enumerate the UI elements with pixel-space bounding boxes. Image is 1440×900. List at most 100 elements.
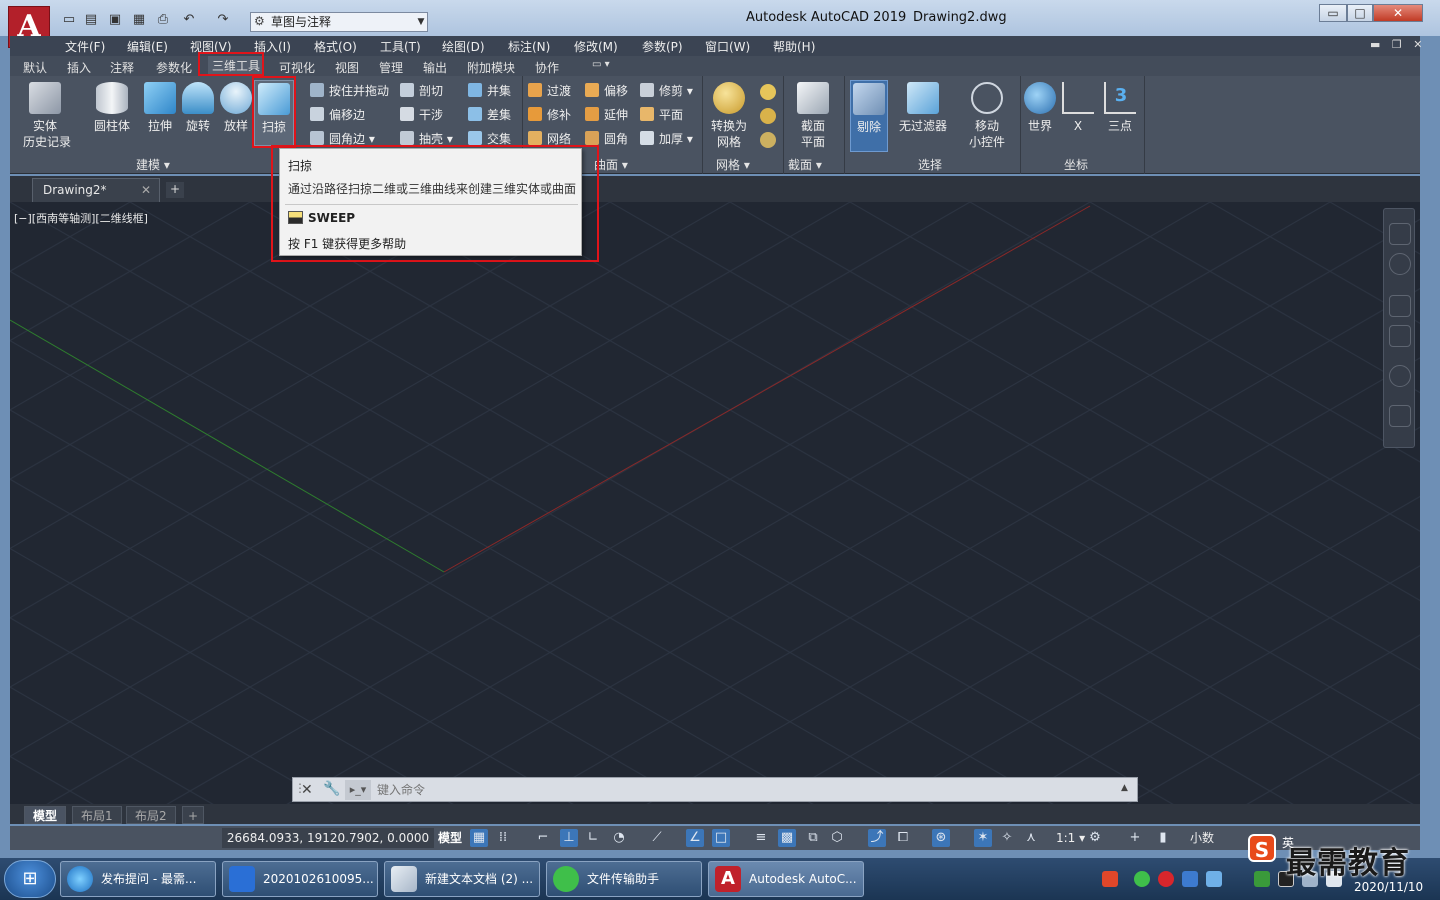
showmotion-icon[interactable] — [1389, 405, 1411, 427]
polar-icon[interactable]: ◔ — [610, 829, 628, 847]
union-button[interactable]: 并集 — [468, 82, 511, 100]
gizmo-icon[interactable]: ⊛ — [932, 829, 950, 847]
command-prompt-icon[interactable]: ▸_▾ — [345, 780, 371, 800]
undo-icon[interactable]: ↶ — [180, 12, 198, 28]
tab-parametric[interactable]: 参数化 — [156, 59, 192, 76]
section-plane-button[interactable]: 截面 平面 — [790, 80, 836, 150]
close-button[interactable]: ✕ — [1373, 4, 1423, 22]
chevron-up-icon[interactable]: ▲ — [1121, 783, 1128, 793]
workspace-select[interactable]: 草图与注释 — [250, 12, 428, 32]
view-cube-icon[interactable] — [1389, 223, 1411, 245]
units-select[interactable]: 小数 — [1190, 828, 1214, 848]
ortho-icon[interactable]: ∟ — [584, 829, 602, 847]
surface-trim-button[interactable]: 修剪 ▾ — [640, 82, 693, 100]
viewport-controls-label[interactable]: [−][西南等轴测][二维线框] — [14, 210, 148, 226]
culling-button[interactable]: 剔除 — [850, 80, 888, 152]
planar-button[interactable]: 平面 — [640, 106, 683, 124]
menu-help[interactable]: 帮助(H) — [773, 38, 815, 55]
selection-filter-icon[interactable]: ⧠ — [894, 829, 912, 847]
tab-addins[interactable]: 附加模块 — [467, 59, 515, 76]
chevron-down-icon[interactable]: ▼ — [414, 12, 428, 32]
offset-edge-button[interactable]: 偏移边 — [310, 106, 365, 124]
menu-file[interactable]: 文件(F) — [65, 38, 105, 55]
open-file-icon[interactable]: ▤ — [82, 12, 100, 28]
close-icon[interactable]: ✕ — [301, 782, 313, 798]
subtract-button[interactable]: 差集 — [468, 106, 511, 124]
wrench-icon[interactable]: 🔧 — [323, 781, 340, 797]
menu-format[interactable]: 格式(O) — [314, 38, 357, 55]
selection-cycling-icon[interactable]: ⧉ — [804, 829, 822, 847]
tab-output[interactable]: 输出 — [423, 59, 447, 76]
slice-button[interactable]: 剖切 — [400, 82, 443, 100]
taskbar-item-notepad[interactable]: 新建文本文档 (2) ... — [384, 861, 540, 897]
snap-icon[interactable]: ⁞⁞ — [494, 829, 512, 847]
dynamic-input-icon[interactable]: ⊥ — [560, 829, 578, 847]
new-tab-button[interactable]: + — [166, 182, 184, 198]
mesh-panel-title[interactable]: 网格 ▾ — [716, 156, 750, 173]
taskbar-item-document[interactable]: 2020102610095... — [222, 861, 378, 897]
tab-layout1[interactable]: 布局1 — [72, 806, 122, 824]
tab-model[interactable]: 模型 — [24, 806, 67, 824]
tab-layout2[interactable]: 布局2 — [126, 806, 176, 824]
object-snap-tracking-icon[interactable]: ∠ — [686, 829, 704, 847]
isodraft-icon[interactable]: ⟋ — [648, 829, 666, 847]
auto-scale-icon[interactable]: ✧ — [998, 829, 1016, 847]
annotation-scale[interactable]: 1:1 ▾ — [1056, 828, 1085, 848]
mesh-crease-icon[interactable] — [760, 132, 776, 148]
new-file-icon[interactable]: ▭ — [60, 12, 78, 28]
drawing-canvas[interactable]: [−][西南等轴测][二维线框] — [10, 202, 1420, 804]
dynamic-ucs-icon[interactable]: ⤴ — [868, 829, 886, 847]
weibo-tray-icon[interactable] — [1158, 871, 1174, 887]
annotation-visibility-icon[interactable]: ✶ — [974, 829, 992, 847]
taskbar-item-wechat[interactable]: 文件传输助手 — [546, 861, 702, 897]
surface-offset-button[interactable]: 偏移 — [585, 82, 628, 100]
surface-extend-button[interactable]: 延伸 — [585, 106, 628, 124]
command-input[interactable] — [377, 779, 1107, 801]
zoom-icon[interactable] — [1389, 325, 1411, 347]
tab-collaborate[interactable]: 协作 — [535, 59, 559, 76]
sogou-tray-icon[interactable] — [1102, 871, 1118, 887]
cylinder-button[interactable]: 圆柱体 — [90, 80, 134, 134]
3d-osnap-icon[interactable]: ⬡ — [828, 829, 846, 847]
presspull-button[interactable]: 按住并拖动 — [310, 82, 389, 100]
network-tray-icon[interactable] — [1206, 871, 1222, 887]
menu-edit[interactable]: 编辑(E) — [127, 38, 168, 55]
modeling-panel-title[interactable]: 建模 ▾ — [136, 156, 170, 173]
tab-visualize[interactable]: 可视化 — [279, 59, 315, 76]
taskbar-item-browser[interactable]: 发布提问 - 最需... — [60, 861, 216, 897]
move-gizmo-button[interactable]: 移动 小控件 — [964, 80, 1010, 150]
convert-to-mesh-button[interactable]: 转换为 网格 — [706, 80, 752, 150]
pan-hand-icon[interactable] — [1389, 295, 1411, 317]
save-as-icon[interactable]: ▦ — [130, 12, 148, 28]
no-filter-button[interactable]: 无过滤器 — [896, 80, 950, 134]
thicken-button[interactable]: 加厚 ▾ — [640, 130, 693, 148]
tab-view[interactable]: 视图 — [335, 59, 359, 76]
tab-insert[interactable]: 插入 — [67, 59, 91, 76]
close-tab-icon[interactable]: ✕ — [141, 179, 151, 201]
model-space-button[interactable]: 模型 — [438, 828, 462, 848]
print-icon[interactable]: ⎙ — [154, 12, 172, 28]
taskbar-item-autocad[interactable]: A Autodesk AutoC... — [708, 861, 864, 897]
document-window-controls[interactable]: ▬ ❐ ✕ — [1370, 38, 1426, 51]
tab-annotate[interactable]: 注释 — [110, 59, 134, 76]
x-ucs-button[interactable]: X — [1062, 80, 1094, 134]
plus-icon[interactable]: + — [1126, 829, 1144, 847]
wechat-tray-icon[interactable] — [1134, 871, 1150, 887]
infer-constraints-icon[interactable]: ⌐ — [534, 829, 552, 847]
patch-button[interactable]: 修补 — [528, 106, 571, 124]
orbit-icon[interactable] — [1389, 365, 1411, 387]
steering-wheel-icon[interactable] — [1389, 253, 1411, 275]
menu-parametric[interactable]: 参数(P) — [642, 38, 683, 55]
menu-dimension[interactable]: 标注(N) — [508, 38, 550, 55]
tab-overflow-icon[interactable]: ▭ ▾ — [592, 59, 610, 70]
object-snap-icon[interactable]: □ — [712, 829, 730, 847]
interfere-button[interactable]: 干涉 — [400, 106, 443, 124]
world-ucs-button[interactable]: 世界 — [1022, 80, 1058, 134]
annotation-scale-icon[interactable]: ⋏ — [1022, 829, 1040, 847]
redo-icon[interactable]: ↷ — [214, 12, 232, 28]
mesh-smooth-icon[interactable] — [760, 84, 776, 100]
tab-manage[interactable]: 管理 — [379, 59, 403, 76]
add-layout-button[interactable]: + — [182, 806, 205, 824]
gear-icon[interactable]: ⚙ — [1086, 829, 1104, 847]
minimize-button[interactable]: ▭ — [1319, 4, 1347, 22]
